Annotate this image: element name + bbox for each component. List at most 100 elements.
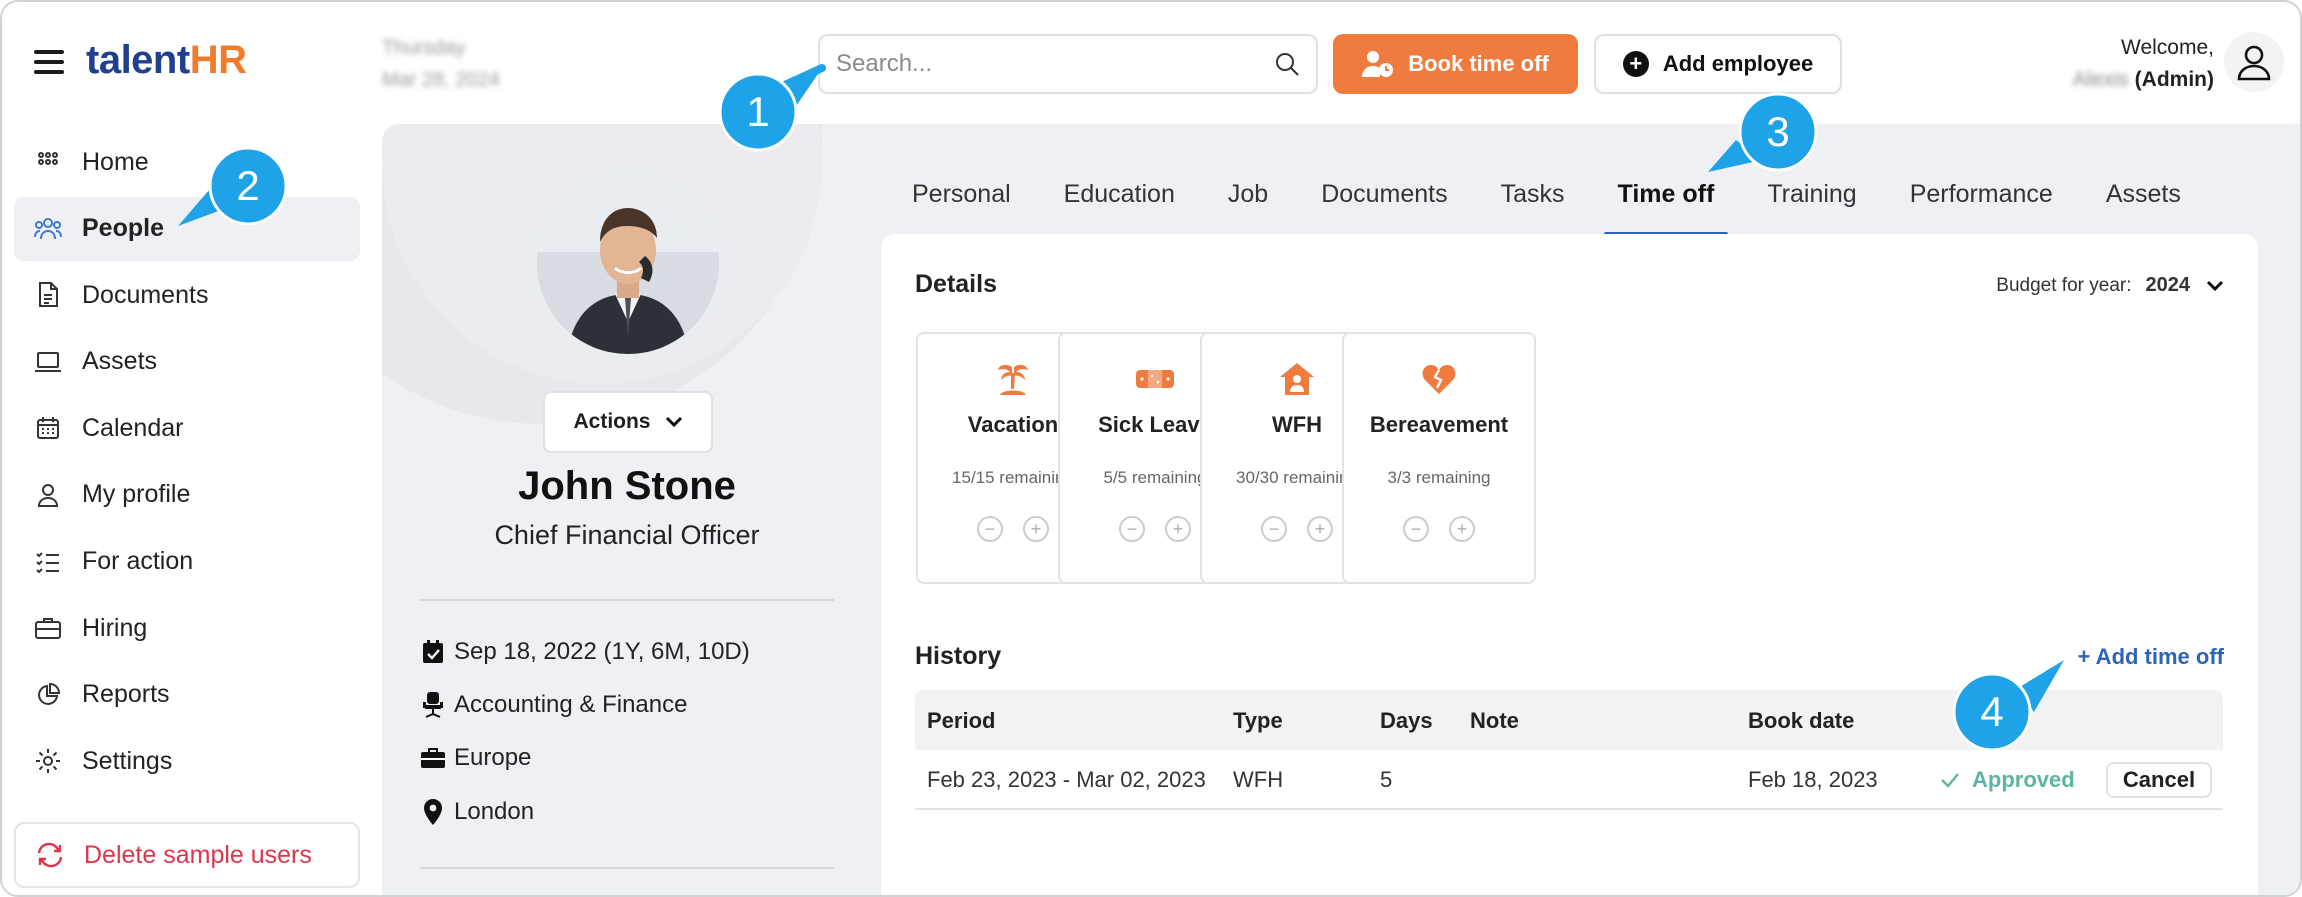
sidebar-item-settings[interactable]: Settings xyxy=(14,729,360,793)
sidebar-item-for-action[interactable]: For action xyxy=(14,530,360,594)
sidebar-item-reports[interactable]: Reports xyxy=(14,663,360,727)
app-logo[interactable]: talentHR xyxy=(86,38,247,83)
sidebar-item-label: Documents xyxy=(82,280,209,309)
sidebar: talentHR Home People Documents Assets Ca… xyxy=(2,2,372,895)
sidebar-item-calendar[interactable]: Calendar xyxy=(14,396,360,460)
sidebar-item-label: For action xyxy=(82,547,194,576)
user-clock-icon xyxy=(1362,50,1394,78)
tab-education[interactable]: Education xyxy=(1064,162,1175,228)
check-icon xyxy=(1940,772,1960,788)
department-text: Accounting & Finance xyxy=(454,691,688,718)
pie-chart-icon xyxy=(34,681,62,709)
user-icon xyxy=(34,481,62,509)
column-header-type: Type xyxy=(1233,708,1283,733)
start-date-text: Sep 18, 2022 (1Y, 6M, 10D) xyxy=(454,638,750,665)
region-text: Europe xyxy=(454,744,532,771)
sidebar-item-label: Calendar xyxy=(82,413,184,442)
add-employee-button[interactable]: + Add employee xyxy=(1594,34,1842,94)
column-header-days: Days xyxy=(1380,708,1433,733)
sidebar-item-label: Reports xyxy=(82,680,170,709)
home-user-icon xyxy=(1277,360,1317,398)
add-employee-label: Add employee xyxy=(1662,51,1814,76)
callout-number: 4 xyxy=(1980,688,2003,735)
user-name: Alexis xyxy=(2072,68,2129,91)
callout-marker-3: 3 xyxy=(1708,92,1818,172)
app-window: talentHR Home People Documents Assets Ca… xyxy=(0,0,2302,897)
search-box[interactable] xyxy=(818,34,1318,94)
cancel-button[interactable]: Cancel xyxy=(2106,762,2212,798)
tab-assets[interactable]: Assets xyxy=(2106,162,2181,228)
decrement-button[interactable]: − xyxy=(1261,516,1287,542)
column-header-period: Period xyxy=(927,708,996,733)
palm-tree-icon xyxy=(993,360,1033,398)
search-input[interactable] xyxy=(836,50,1274,78)
sidebar-item-label: My profile xyxy=(82,480,191,509)
leave-type-name: Bereavement xyxy=(1369,412,1509,437)
info-location: London xyxy=(420,798,534,826)
decrement-button[interactable]: − xyxy=(977,516,1003,542)
calendar-icon xyxy=(34,414,62,442)
book-time-off-button[interactable]: Book time off xyxy=(1333,34,1578,94)
employee-title: Chief Financial Officer xyxy=(494,520,760,550)
callout-marker-2: 2 xyxy=(178,146,288,226)
divider xyxy=(420,599,834,601)
budget-year-selector[interactable]: Budget for year: 2024 xyxy=(1996,274,2224,297)
current-date: Thursday Mar 28, 2024 xyxy=(382,32,500,96)
tab-tasks[interactable]: Tasks xyxy=(1501,162,1565,228)
budget-year: 2024 xyxy=(2145,274,2191,296)
status-badge: Approved xyxy=(1940,767,2075,793)
book-time-off-label: Book time off xyxy=(1408,51,1549,76)
tab-documents[interactable]: Documents xyxy=(1321,162,1447,228)
increment-button[interactable]: + xyxy=(1165,516,1191,542)
info-start-date: Sep 18, 2022 (1Y, 6M, 10D) xyxy=(420,638,750,666)
sidebar-item-label: Hiring xyxy=(82,613,148,642)
actions-label: Actions xyxy=(573,410,651,433)
document-icon xyxy=(34,281,62,309)
tab-personal[interactable]: Personal xyxy=(912,162,1011,228)
table-row: Feb 23, 2023 - Mar 02, 2023 WFH 5 Feb 18… xyxy=(915,750,2223,810)
sidebar-item-my-profile[interactable]: My profile xyxy=(14,463,360,527)
checklist-icon xyxy=(34,548,62,576)
employee-photo xyxy=(537,172,719,354)
decrement-button[interactable]: − xyxy=(1119,516,1145,542)
callout-marker-1: 1 xyxy=(718,64,826,152)
increment-button[interactable]: + xyxy=(1307,516,1333,542)
tab-job[interactable]: Job xyxy=(1228,162,1268,228)
delete-sample-users-button[interactable]: Delete sample users xyxy=(14,822,360,888)
welcome-text: Welcome, xyxy=(2121,36,2214,59)
add-time-off-link[interactable]: + Add time off xyxy=(2078,644,2224,670)
cell-type: WFH xyxy=(1233,767,1284,792)
search-icon[interactable] xyxy=(1274,51,1300,77)
column-header-book-date: Book date xyxy=(1748,708,1855,733)
bandage-icon xyxy=(1135,360,1175,398)
chair-icon xyxy=(420,692,446,718)
plus-circle-icon: + xyxy=(1622,51,1649,77)
grid-dots-icon xyxy=(34,148,62,176)
callout-number: 1 xyxy=(746,88,769,135)
sidebar-item-label: People xyxy=(82,214,164,243)
actions-dropdown[interactable]: Actions xyxy=(543,391,713,453)
increment-button[interactable]: + xyxy=(1023,516,1049,542)
employee-name: John Stone xyxy=(518,464,736,508)
sidebar-item-documents[interactable]: Documents xyxy=(14,263,360,327)
callout-marker-4: 4 xyxy=(1952,660,2064,752)
info-department: Accounting & Finance xyxy=(420,691,687,719)
avatar[interactable] xyxy=(2224,32,2284,92)
callout-number: 3 xyxy=(1766,108,1789,155)
decrement-button[interactable]: − xyxy=(1403,516,1429,542)
broken-heart-icon xyxy=(1419,360,1459,398)
sidebar-item-hiring[interactable]: Hiring xyxy=(14,596,360,660)
budget-label: Budget for year: xyxy=(1996,274,2132,296)
user-role: (Admin) xyxy=(2134,68,2214,91)
time-off-panel: Details Budget for year: 2024 Vacation 1… xyxy=(881,234,2258,895)
increment-button[interactable]: + xyxy=(1449,516,1475,542)
hamburger-menu-icon[interactable] xyxy=(34,50,64,74)
profile-tabs: Personal Education Job Documents Tasks T… xyxy=(912,162,2234,238)
tab-performance[interactable]: Performance xyxy=(1910,162,2053,228)
chevron-down-icon xyxy=(2206,280,2224,292)
sidebar-item-label: Assets xyxy=(82,347,158,376)
map-pin-icon xyxy=(420,799,446,825)
column-header-note: Note xyxy=(1470,708,1519,733)
sidebar-item-assets[interactable]: Assets xyxy=(14,330,360,394)
divider xyxy=(420,867,834,869)
